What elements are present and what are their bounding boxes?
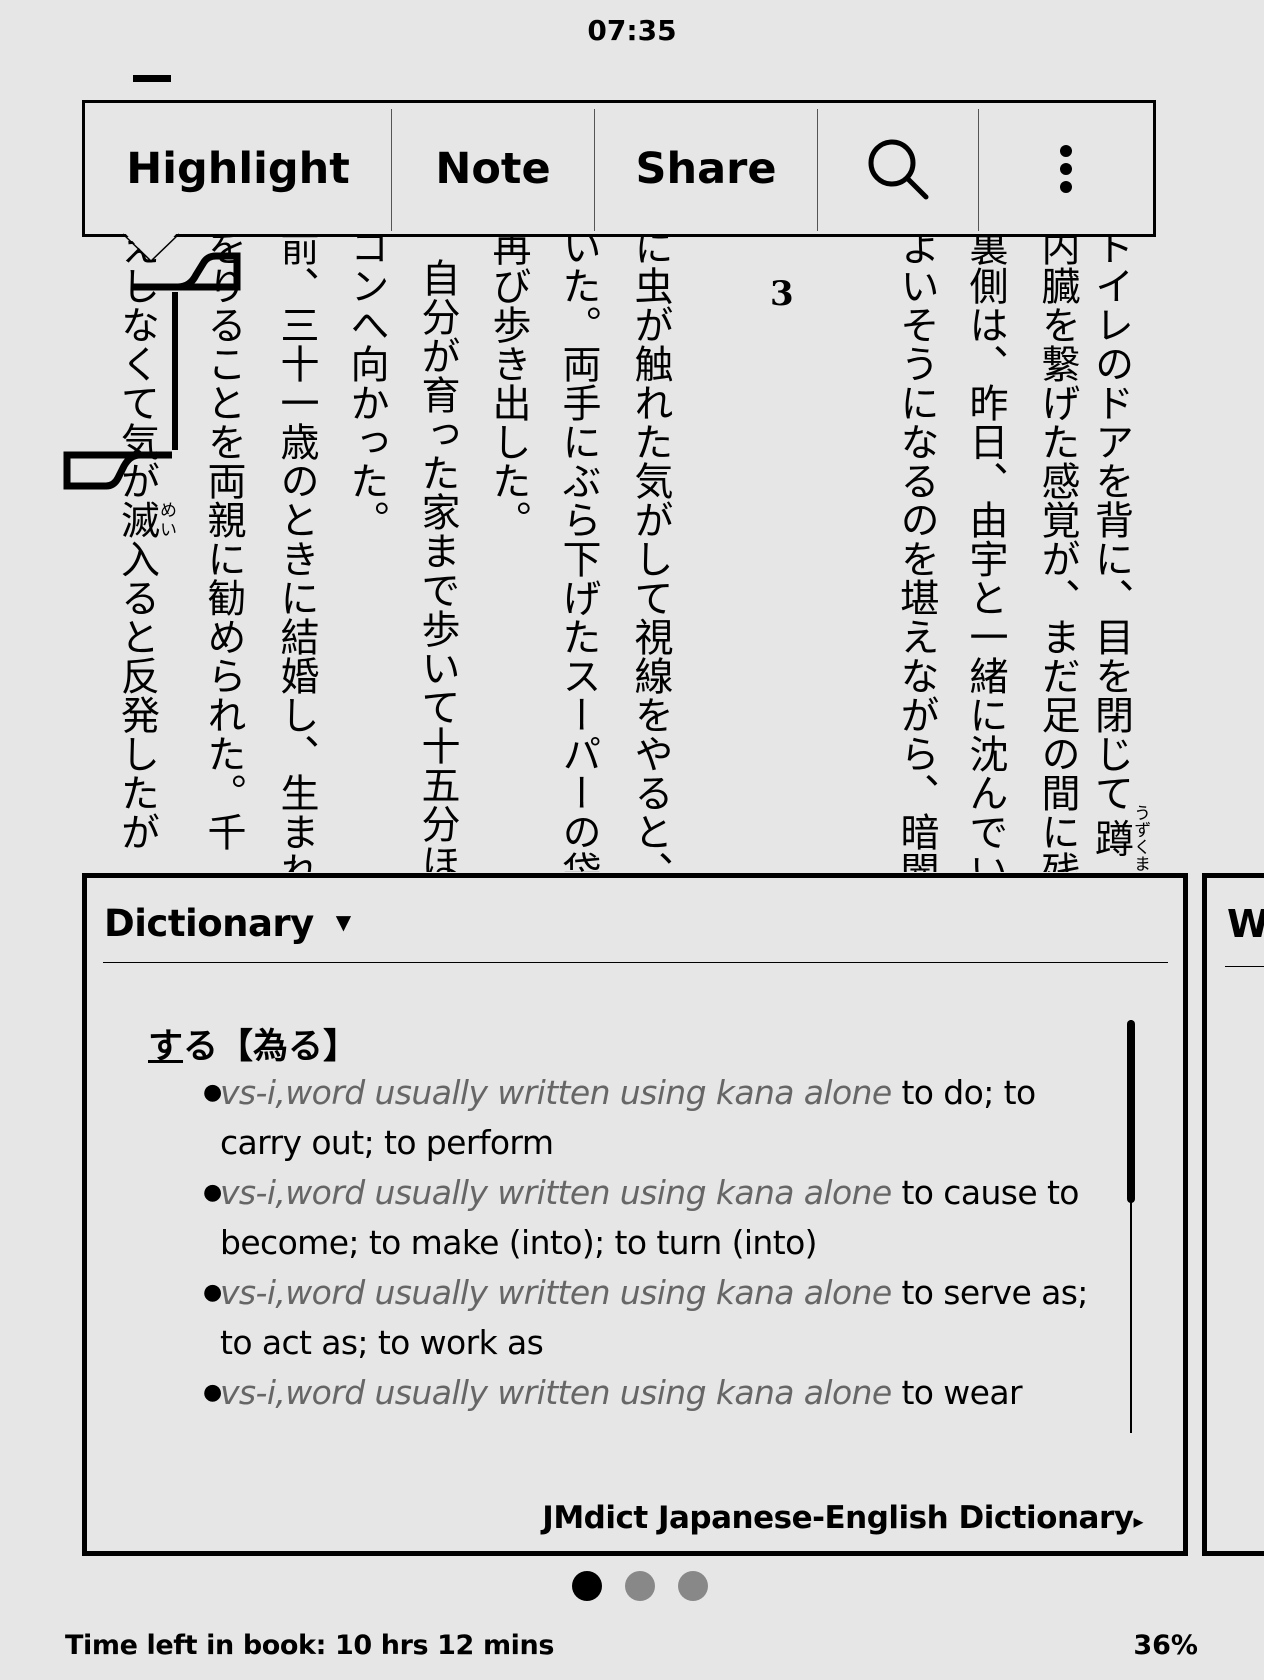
time-left-in-book[interactable]: Time left in book: 10 hrs 12 mins	[65, 1630, 554, 1661]
definition-list[interactable]: ● vs-i,word usually written using kana al…	[203, 1068, 1123, 1433]
search-button[interactable]	[818, 103, 978, 234]
pager-dot[interactable]	[678, 1571, 708, 1601]
definition-item: ● vs-i,word usually written using kana al…	[203, 1373, 1023, 1412]
divider	[103, 962, 1168, 963]
scrollbar-thumb[interactable]	[1127, 1020, 1135, 1203]
dictionary-headword: する【為る】	[148, 1027, 359, 1067]
share-button[interactable]: Share	[595, 103, 817, 234]
dictionary-panel[interactable]: Dictionary ▼ する【為る】 ● vs-i,word usually wr…	[82, 873, 1188, 1556]
selection-end-handle	[63, 451, 172, 490]
next-panel-title: W	[1227, 902, 1264, 946]
dropdown-caret-icon: ▼	[335, 909, 351, 934]
note-button[interactable]: Note	[392, 103, 594, 234]
divider	[1225, 966, 1264, 967]
definition-item: ● vs-i,word usually written using kana al…	[203, 1273, 1088, 1362]
toolbar-pointer	[123, 231, 179, 263]
panel-pager	[572, 1571, 708, 1601]
arrow-right-icon: ▸	[1133, 1509, 1143, 1533]
definition-item: ● vs-i,word usually written using kana al…	[203, 1073, 1036, 1162]
reading-progress-percent: 36%	[1133, 1630, 1198, 1661]
search-icon	[868, 139, 929, 199]
dictionary-title: Dictionary	[104, 902, 314, 945]
pager-dot[interactable]	[625, 1571, 655, 1601]
more-vertical-icon	[1060, 144, 1072, 193]
selection-handles[interactable]	[0, 0, 1264, 520]
definition-item: ● vs-i,word usually written using kana al…	[203, 1173, 1079, 1262]
next-panel[interactable]: W	[1202, 873, 1264, 1556]
selection-toolbar: Highlight Note Share	[82, 100, 1156, 237]
pager-dot-active[interactable]	[572, 1571, 602, 1601]
more-options-button[interactable]	[979, 103, 1153, 234]
highlight-button[interactable]: Highlight	[85, 103, 391, 234]
dictionary-selector[interactable]: Dictionary ▼	[104, 902, 351, 945]
dictionary-source-link[interactable]: JMdict Japanese-English Dictionary▸	[542, 1500, 1143, 1536]
